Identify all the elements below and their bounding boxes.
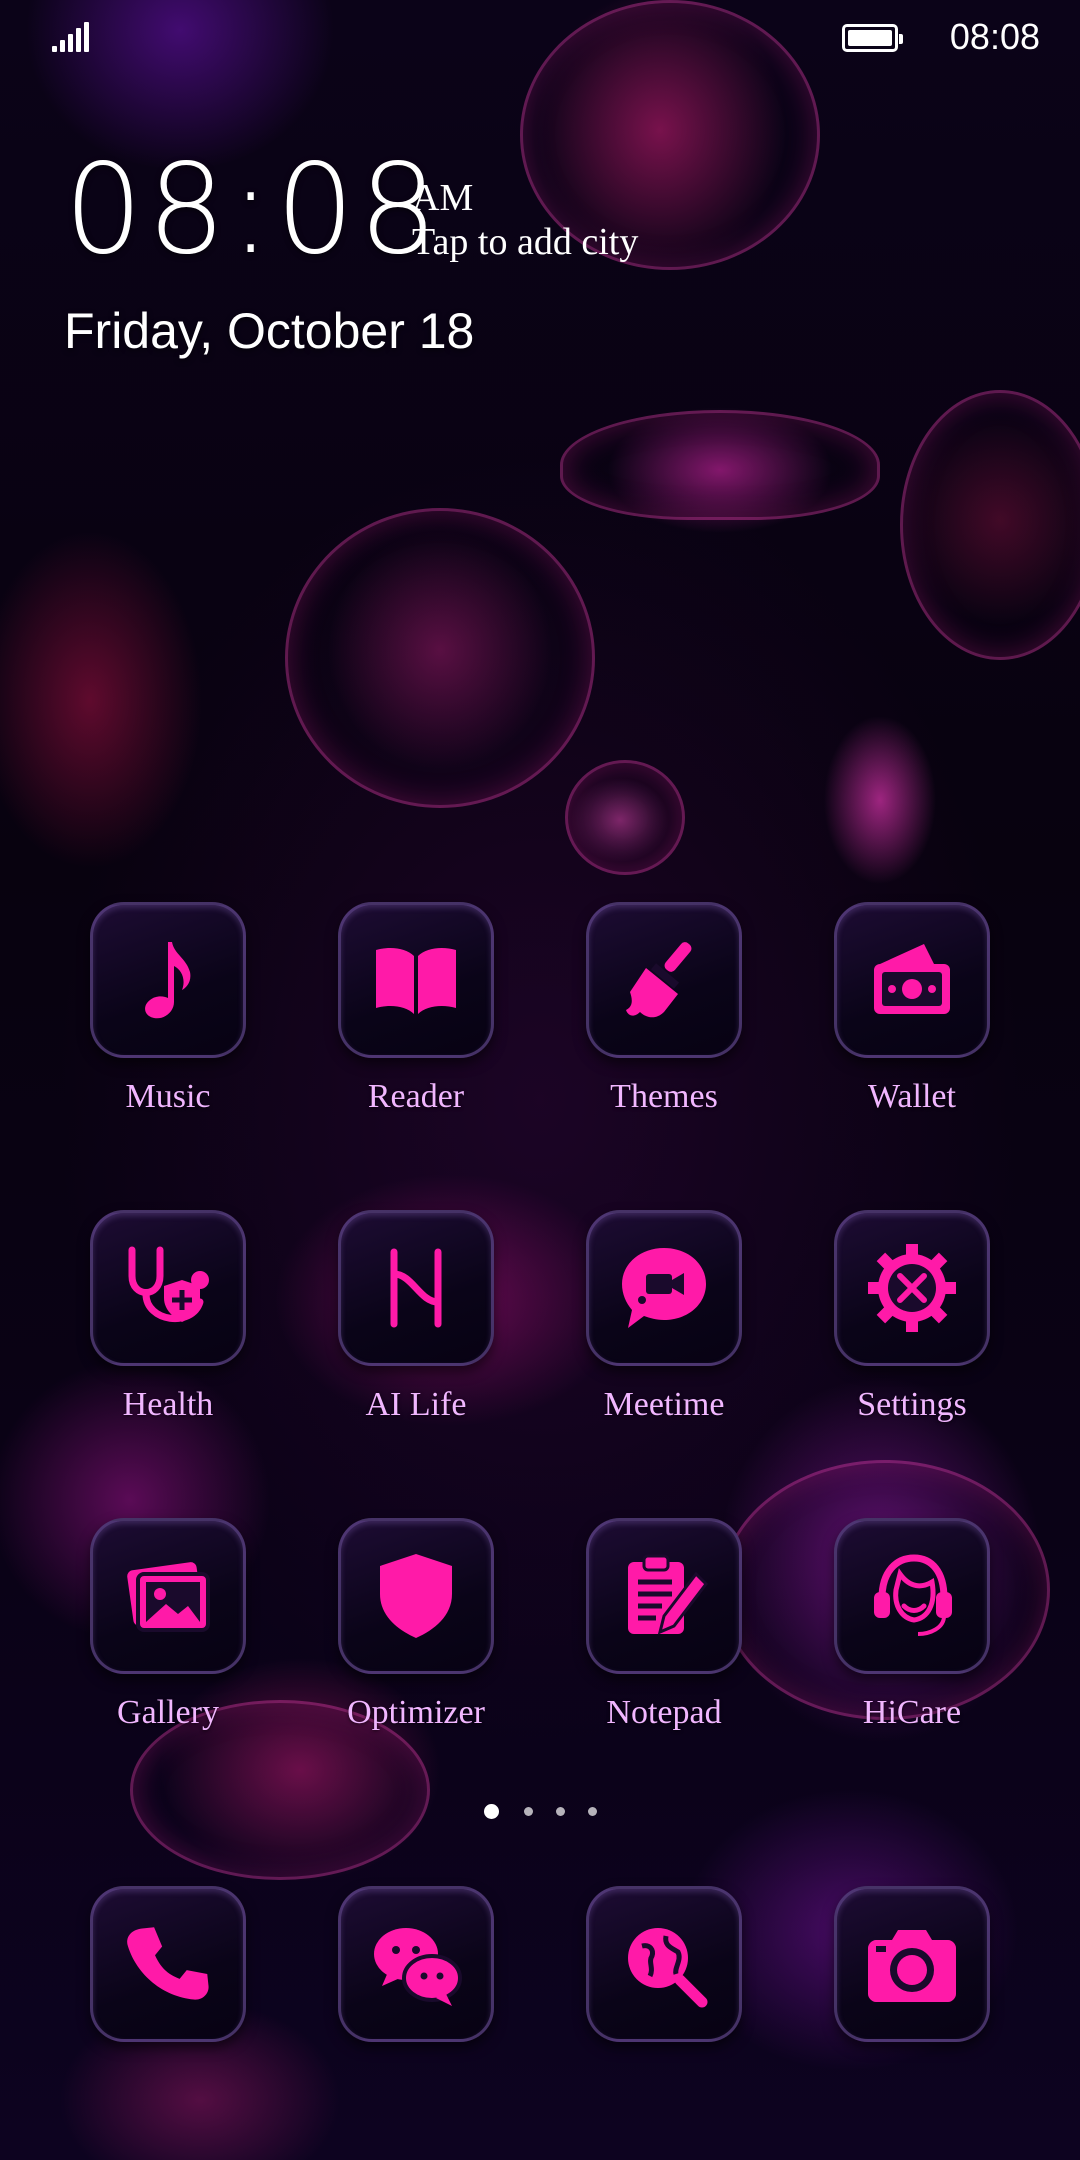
clock-date: Friday, October 18 <box>64 303 475 359</box>
app-tile[interactable] <box>338 1886 494 2042</box>
page-dot[interactable] <box>588 1807 597 1816</box>
headset-icon <box>874 1554 952 1636</box>
shield-icon <box>380 1554 452 1638</box>
app-label: Themes <box>610 1078 718 1115</box>
app-label: Notepad <box>606 1694 722 1731</box>
page-dot[interactable] <box>524 1807 533 1816</box>
phone-icon <box>127 1927 209 2000</box>
add-city-link[interactable]: Tap to add city <box>412 220 638 264</box>
jellyfish-decoration <box>560 410 880 520</box>
app-health[interactable]: Health <box>68 1210 268 1440</box>
app-label: Music <box>125 1078 211 1115</box>
jellyfish-decoration <box>565 760 685 875</box>
page-indicator[interactable] <box>0 1803 1080 1823</box>
app-label: Settings <box>857 1386 967 1423</box>
app-meetime[interactable]: Meetime <box>564 1210 764 1440</box>
app-tile[interactable] <box>90 1210 246 1366</box>
app-music[interactable]: Music <box>68 902 268 1132</box>
chat-bubbles-icon <box>374 1928 462 2006</box>
browser-search-icon <box>628 1928 708 2008</box>
app-settings[interactable]: Settings <box>812 1210 1012 1440</box>
app-tile[interactable] <box>834 902 990 1058</box>
clock-time[interactable]: 08:08 <box>64 148 441 272</box>
stethoscope-icon <box>128 1246 209 1323</box>
app-tile[interactable] <box>586 902 742 1058</box>
app-tile[interactable] <box>834 1886 990 2042</box>
wallet-icon <box>874 944 950 1014</box>
app-tile[interactable] <box>834 1210 990 1366</box>
app-tile[interactable] <box>338 1518 494 1674</box>
dock-phone[interactable] <box>68 1886 268 2116</box>
app-label: Optimizer <box>347 1694 485 1731</box>
app-ai-life[interactable]: AI Life <box>316 1210 516 1440</box>
app-optimizer[interactable]: Optimizer <box>316 1518 516 1748</box>
video-chat-icon <box>622 1248 706 1328</box>
jellyfish-decoration <box>900 390 1080 660</box>
clock-ampm: AM <box>412 177 474 219</box>
app-notepad[interactable]: Notepad <box>564 1518 764 1748</box>
status-bar: 08:08 <box>0 0 1080 72</box>
app-label: Wallet <box>868 1078 956 1115</box>
app-label: AI Life <box>365 1386 467 1423</box>
app-label: Reader <box>367 1078 465 1115</box>
page-dot[interactable] <box>556 1807 565 1816</box>
paintbrush-icon <box>626 942 692 1018</box>
app-hicare[interactable]: HiCare <box>812 1518 1012 1748</box>
dock-browser[interactable] <box>564 1886 764 2116</box>
app-label: Meetime <box>603 1386 725 1423</box>
image-icon <box>127 1562 210 1632</box>
app-label: Gallery <box>117 1694 219 1731</box>
battery-full-icon <box>842 24 903 52</box>
app-tile[interactable] <box>338 1210 494 1366</box>
app-tile[interactable] <box>834 1518 990 1674</box>
app-themes[interactable]: Themes <box>564 902 764 1132</box>
camera-icon <box>868 1930 956 2002</box>
signal-icon <box>52 22 92 52</box>
app-label: Health <box>122 1386 214 1423</box>
dock-chat[interactable] <box>316 1886 516 2116</box>
music-note-icon <box>145 942 191 1019</box>
page-dot-active[interactable] <box>484 1804 499 1819</box>
app-reader[interactable]: Reader <box>316 902 516 1132</box>
app-tile[interactable] <box>90 1518 246 1674</box>
app-label: HiCare <box>862 1694 962 1731</box>
dock-camera[interactable] <box>812 1886 1012 2116</box>
app-tile[interactable] <box>586 1886 742 2042</box>
app-tile[interactable] <box>586 1210 742 1366</box>
status-time: 08:08 <box>949 16 1040 57</box>
app-tile[interactable] <box>586 1518 742 1674</box>
app-tile[interactable] <box>90 902 246 1058</box>
open-book-icon <box>376 948 456 1014</box>
app-wallet[interactable]: Wallet <box>812 902 1012 1132</box>
clipboard-pencil-icon <box>628 1554 708 1635</box>
app-gallery[interactable]: Gallery <box>68 1518 268 1748</box>
gear-tools-icon <box>868 1244 956 1332</box>
app-tile[interactable] <box>338 902 494 1058</box>
jellyfish-decoration <box>285 508 595 808</box>
app-tile[interactable] <box>90 1886 246 2042</box>
ai-life-icon <box>390 1248 442 1328</box>
